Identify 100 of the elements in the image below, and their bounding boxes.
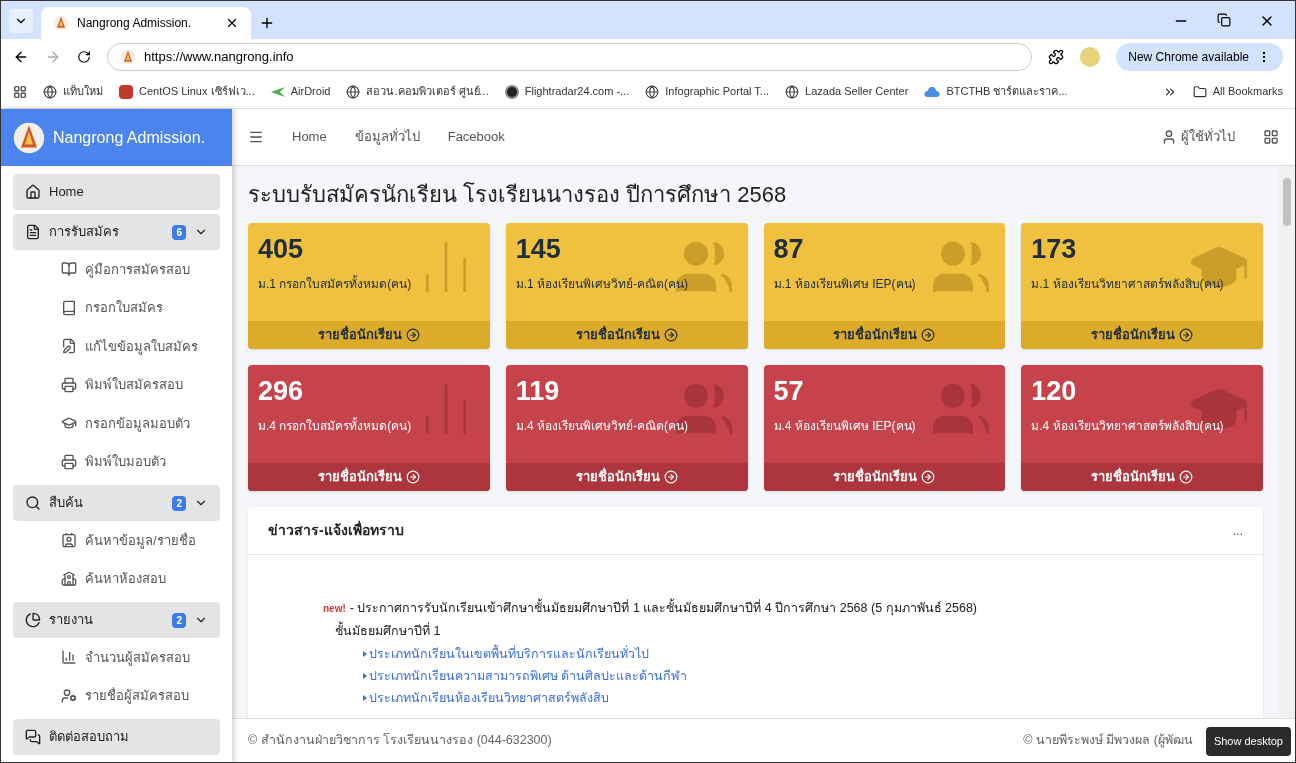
apps-icon[interactable] xyxy=(13,84,27,99)
arrow-circle-icon xyxy=(663,470,678,484)
bookmark-item[interactable]: แท็บใหม่ xyxy=(43,83,103,100)
user-icon xyxy=(61,687,77,704)
browser-tab[interactable]: Nangrong Admission. xyxy=(41,7,251,39)
home-icon xyxy=(25,184,41,200)
student-list-link[interactable]: รายชื่อนักเรียน xyxy=(763,463,1006,491)
count-badge: 2 xyxy=(172,495,186,511)
stat-label: ม.4 กรอกใบสมัครทั้งหมด(คน) xyxy=(258,416,413,435)
sidebar-subitem[interactable]: แก้ไขข้อมูลใบสมัคร xyxy=(13,327,220,366)
tooltip: Show desktop xyxy=(1205,727,1291,756)
student-list-link[interactable]: รายชื่อนักเรียน xyxy=(505,463,748,491)
sidebar-item[interactable]: สืบค้น 2 xyxy=(13,485,220,521)
count-badge: 6 xyxy=(172,224,186,240)
student-list-link[interactable]: รายชื่อนักเรียน xyxy=(248,321,490,349)
nav-link[interactable]: Home xyxy=(292,127,327,147)
news-link[interactable]: ประเภทนักเรียนความสามารถพิเศษ ด้านศิลปะและด้านกีฬา xyxy=(323,662,1263,685)
sidebar-subitem[interactable]: จำนวนผู้สมัครสอบ xyxy=(13,638,220,677)
sidebar-subitem[interactable]: พิมพ์ใบมอบตัว xyxy=(13,442,220,481)
student-list-link[interactable]: รายชื่อนักเรียน xyxy=(505,321,748,349)
sidebar-subitem[interactable]: กรอกใบสมัคร xyxy=(13,288,220,327)
edit-document-icon xyxy=(61,338,77,355)
user-icon xyxy=(1161,129,1177,145)
globe-icon xyxy=(43,84,57,99)
arrow-circle-icon xyxy=(1179,470,1194,484)
developer-credit: © นายพีระพงษ์ มีพวงผล (ผู้พัฒน xyxy=(1023,733,1193,748)
globe-icon xyxy=(346,84,361,99)
brand-header[interactable]: Nangrong Admission. xyxy=(1,109,232,166)
student-list-link[interactable]: รายชื่อนักเรียน xyxy=(1021,463,1263,491)
notebook-icon xyxy=(61,299,77,316)
sidebar-subitem[interactable]: รายชื่อผู้สมัครสอบ xyxy=(13,676,220,715)
sidebar-item[interactable]: Home xyxy=(13,174,220,210)
footer-credit: © สำนักงานฝ่ายวิชาการ โรงเรียนนางรอง (044-632300) xyxy=(248,732,553,750)
arrow-circle-icon xyxy=(921,328,936,342)
sidebar-item[interactable]: ติดต่อสอบถาม xyxy=(13,719,220,755)
new-tab-icon[interactable] xyxy=(259,15,275,31)
bookmark-label: All Bookmarks xyxy=(1212,84,1283,100)
arrow-circle-icon xyxy=(405,470,420,484)
reload-icon[interactable] xyxy=(77,50,91,64)
bookmark-item[interactable]: AirDroid xyxy=(270,83,331,100)
globe-icon xyxy=(785,84,800,99)
bar-chart-icon xyxy=(61,649,77,666)
caret-right-icon xyxy=(363,672,367,679)
school-logo-icon xyxy=(53,15,69,31)
sidebar-item[interactable]: การรับสมัคร 6 xyxy=(13,214,220,250)
stat-label: ม.4 ห้องเรียนพิเศษวิทย์-คณิต(คน) xyxy=(515,417,690,435)
grid-icon[interactable] xyxy=(1263,129,1279,145)
search-icon xyxy=(25,495,41,511)
building-icon xyxy=(61,570,77,587)
caret-right-icon xyxy=(363,650,367,657)
more-options[interactable]: ... xyxy=(1233,521,1243,540)
sidebar-subitem[interactable]: พิมพ์ใบสมัครสอบ xyxy=(13,365,220,404)
stat-label: ม.1 กรอกใบสมัครทั้งหมด(คน) xyxy=(258,274,413,293)
student-list-link[interactable]: รายชื่อนักเรียน xyxy=(248,463,490,491)
news-link[interactable]: ประเภทนักเรียนห้องเรียนวิทยาศาสตร์พลังสิบ xyxy=(323,684,1263,707)
extensions-icon[interactable] xyxy=(1048,49,1065,65)
restore-icon[interactable] xyxy=(1217,13,1231,27)
update-button[interactable]: New Chrome available xyxy=(1116,43,1283,71)
stat-value: 120 xyxy=(1031,375,1078,408)
count-badge: 2 xyxy=(172,612,186,628)
sidebar-item[interactable]: รายงาน 2 xyxy=(13,602,220,638)
tab-list-button[interactable] xyxy=(9,9,33,33)
sidebar-subitem[interactable]: กรอกข้อมูลมอบตัว xyxy=(13,404,220,443)
news-section: ชั้นมัธยมศึกษาปีที่ 1 xyxy=(323,617,1263,641)
bookmark-item[interactable]: สอวน.คอมพิวเตอร์ ศูนย์... xyxy=(346,83,489,100)
menu-icon[interactable] xyxy=(248,129,264,145)
news-link[interactable]: ประเภทนักเรียนในเขตพื้นที่บริการและนักเรียนทั่วไป xyxy=(323,640,1263,663)
close-tab-icon[interactable] xyxy=(225,16,239,30)
nav-link[interactable]: ข้อมูลทั่วไป xyxy=(354,127,420,147)
scrollbar[interactable] xyxy=(1279,166,1295,718)
user-menu[interactable]: ผู้ใช้ทั่วไป xyxy=(1161,127,1235,147)
bookmark-item[interactable]: Lazada Seller Center xyxy=(785,83,909,100)
bookmark-item[interactable]: Flightradar24.com -... xyxy=(504,83,630,100)
sidebar-subitem[interactable]: คู่มือการสมัครสอบ xyxy=(13,250,220,289)
stat-label: ม.1 ห้องเรียนวิทยาศาสตร์พลังสิบ(คน) xyxy=(1031,275,1225,293)
stat-label: ม.1 ห้องเรียนพิเศษวิทย์-คณิต(คน) xyxy=(515,275,690,293)
sidebar-subitem[interactable]: ค้นหาห้องสอบ xyxy=(13,559,220,598)
stat-label: ม.4 ห้องเรียนวิทยาศาสตร์พลังสิบ(คน) xyxy=(1031,417,1225,435)
new-label: new! xyxy=(323,602,346,616)
bookmark-item[interactable]: Infographic Portal T... xyxy=(645,83,770,100)
sidebar-subitem[interactable]: ค้นหาข้อมูล/รายชื่อ xyxy=(13,521,220,560)
stat-value: 296 xyxy=(258,375,305,408)
cloud-icon xyxy=(924,85,941,98)
document-icon xyxy=(25,224,41,240)
nav-link[interactable]: Facebook xyxy=(447,127,505,147)
arrow-circle-icon xyxy=(405,328,420,342)
school-logo-icon xyxy=(13,121,45,154)
caret-right-icon xyxy=(363,694,367,701)
bookmark-item[interactable]: CentOS Linux เซิร์ฟเว... xyxy=(119,83,255,100)
contact-card-icon xyxy=(61,532,77,549)
student-list-link[interactable]: รายชื่อนักเรียน xyxy=(763,321,1006,349)
school-logo-icon xyxy=(120,49,136,65)
bookmark-item[interactable]: BTCTHB ชาร์ตและราค... xyxy=(924,83,1068,100)
student-list-link[interactable]: รายชื่อนักเรียน xyxy=(1021,321,1263,349)
news-headline: - ประกาศการรับนักเรียนเข้าศึกษาชั้นมัธยมศึกษาปีที่ 1 และชั้นมัธยมศึกษาปีที่ 4 ปีการศึกษา 2568 (5 กุมภาพันธ์ 2568) xyxy=(349,599,977,618)
back-icon[interactable] xyxy=(13,49,29,65)
stat-value: 405 xyxy=(258,233,305,266)
stat-value: 173 xyxy=(1031,233,1078,266)
stat-label: ม.1 ห้องเรียนพิเศษ IEP(คน) xyxy=(773,275,917,293)
stat-value: 145 xyxy=(515,233,562,266)
